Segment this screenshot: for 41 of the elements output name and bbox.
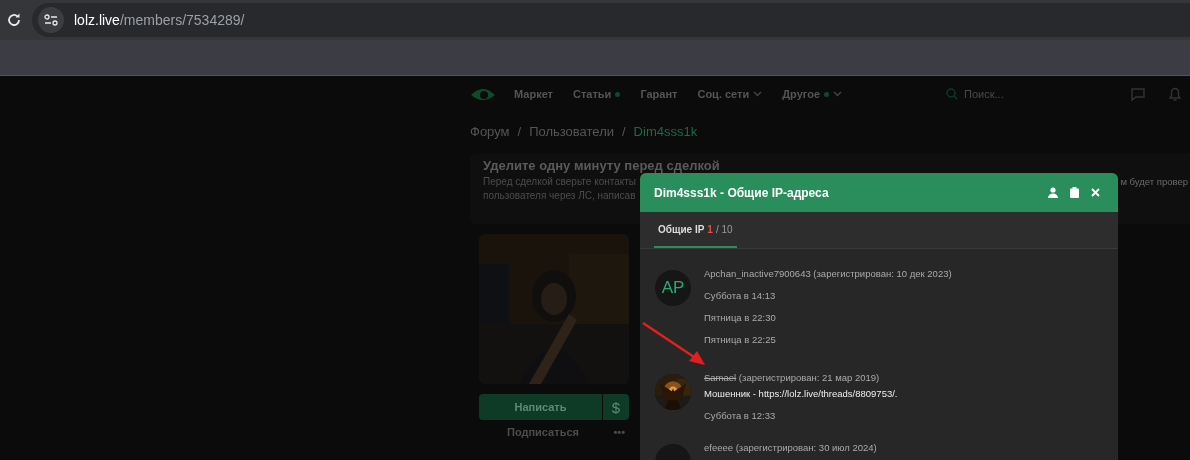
registration-date: (зарегистрирован: 30 июл 2024) <box>735 442 877 453</box>
nav-link[interactable]: Другое <box>782 88 821 100</box>
nav-link[interactable]: Маркет <box>514 88 553 100</box>
search-field[interactable]: Поиск... <box>964 88 1004 100</box>
user-note: Мошенник - https://lolz.live/threads/8809753/. <box>704 387 898 401</box>
ip-time: Пятница в 22:25 <box>704 333 777 347</box>
breadcrumb-link[interactable]: Форум <box>470 123 510 139</box>
nav-link[interactable]: Гарант <box>640 88 678 100</box>
username-link[interactable]: efeeee <box>704 442 734 453</box>
more-button[interactable]: ••• <box>613 426 625 438</box>
registration-date: (зарегистрирован: 21 мар 2019) <box>738 372 880 383</box>
username-link[interactable]: Apchan_inactive7900643 <box>704 268 811 279</box>
user-avatar[interactable]: AP <box>655 270 691 306</box>
payment-button[interactable]: $ <box>603 394 629 420</box>
notice-text: пользователя через ЛС, написав <box>483 190 636 201</box>
breadcrumb-separator: / <box>517 123 522 139</box>
site-settings-icon[interactable] <box>44 14 58 26</box>
clipboard-icon[interactable] <box>1070 187 1079 198</box>
notice-text: м будет провер <box>1120 176 1188 187</box>
nav-link[interactable]: Соц. сети <box>697 88 750 100</box>
close-icon[interactable] <box>1091 188 1100 197</box>
nav-link[interactable]: Статьи <box>573 88 612 100</box>
url-text: lolz.live/members/7534289/ <box>74 12 245 28</box>
breadcrumb-link[interactable]: Пользователи <box>529 123 614 139</box>
reload-icon[interactable] <box>6 12 22 28</box>
breadcrumb-separator: / <box>622 123 626 139</box>
notice-title: Уделите одну минуту перед сделкой <box>483 158 721 173</box>
modal-title: Dim4sss1k - Общие IP-адреса <box>654 185 830 200</box>
address-bar[interactable]: lolz.live/members/7534289/ <box>32 3 1190 37</box>
search-icon <box>946 88 959 100</box>
subscribe-link[interactable]: Подписаться <box>507 426 579 438</box>
username-link[interactable]: Samael <box>704 372 737 383</box>
ip-time: Пятница в 22:30 <box>704 311 777 325</box>
ip-time: Суббота в 12:33 <box>704 409 777 423</box>
registration-date: (зарегистрирован: 10 дек 2023) <box>813 268 952 279</box>
breadcrumb-link[interactable]: Dim4sss1k <box>633 123 698 139</box>
notice-text: Перед сделкой сверьте контакты <box>483 176 636 187</box>
user-icon[interactable] <box>1048 187 1058 198</box>
tab[interactable]: Общие IP 1 / 10 <box>654 212 737 248</box>
write-message-button[interactable]: Написать <box>479 394 602 420</box>
ip-time: Суббота в 14:13 <box>704 289 777 303</box>
